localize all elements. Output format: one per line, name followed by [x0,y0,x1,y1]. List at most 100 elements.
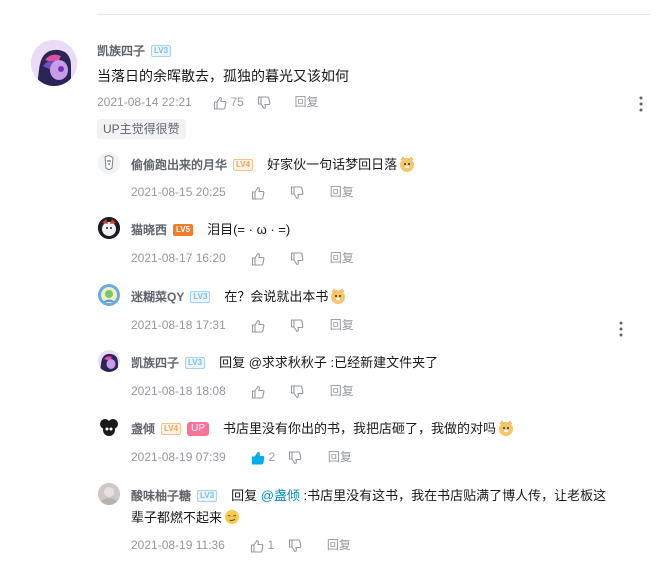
like-count: 1 [267,538,275,552]
thumb-up-icon [252,385,265,399]
reply-row: 迷糊菜QY LV3 在？会说就出本书 [131,286,346,306]
like-button[interactable] [251,384,265,399]
thumb-up-icon [252,319,265,333]
reply-button[interactable]: 回复 [330,382,354,399]
thumb-up-icon [214,96,227,110]
username[interactable]: 酸味柚子糖 [131,489,191,503]
reply-prefix: 回复 @求求秋秋子 : [219,355,335,370]
reply-content: 泪目(= · ω · =) [207,222,291,237]
username[interactable]: 凯族四子 [131,356,179,370]
comment-meta: 2021-08-14 22:21 75 回复 [97,93,319,110]
level-badge: LV3 [190,290,211,303]
up-badge: UP [187,421,209,436]
reply-content: 在？会说就出本书 [224,289,329,304]
username[interactable]: 迷糊菜QY [131,290,184,304]
dislike-button[interactable] [257,95,271,110]
reply-button[interactable]: 回复 [327,536,351,553]
timestamp: 2021-08-18 17:31 [131,318,226,332]
reply-content: 已经新建文件夹了 [334,355,439,370]
level-badge: LV3 [185,356,206,369]
thumb-down-icon [258,96,271,109]
reply-row: 酸味柚子糖 LV3 回复 @盏倾 :书店里没有这书，我在书店贴满了博人传，让老板这辈… [131,485,651,528]
thumb-down-icon [291,319,304,332]
like-count: 75 [230,95,244,109]
reply-button[interactable]: 回复 [330,183,354,200]
up-liked-tag: UP主觉得很赞 [97,119,186,139]
reply-content: :书店里没有这书，我在书店贴满了博人传，让老板这 [299,488,607,503]
level-badge: LV3 [151,44,172,57]
doge-emoji-icon [400,156,415,172]
timestamp: 2021-08-19 07:39 [131,450,226,464]
avatar[interactable] [98,152,120,174]
dislike-button[interactable] [290,318,304,333]
thumb-up-icon [251,539,264,553]
thumb-up-icon [252,252,265,266]
level-badge: LV4 [161,422,182,435]
reply-button[interactable]: 回复 [294,93,318,110]
mention-link[interactable]: @盏倾 [261,488,300,503]
thumb-down-icon [289,451,302,464]
avatar[interactable] [98,217,120,239]
reply-content: 书店里没有你出的书，我把店砸了，我做的对吗 [223,421,497,436]
reply-prefix: 回复 [231,488,261,503]
avatar[interactable] [98,350,120,372]
reply-row: 偷偷跑出来的月华 LV4 好家伙一句话梦回日落 [131,154,415,174]
like-button[interactable]: 75 [213,95,244,110]
thumb-up-filled-icon [252,451,265,465]
dislike-button[interactable] [290,384,304,399]
doge-emoji-icon [499,420,514,436]
thumb-up-icon [252,186,265,200]
level-badge: LV3 [197,489,218,502]
reply-button[interactable]: 回复 [328,448,352,465]
timestamp: 2021-08-14 22:21 [97,95,192,109]
reply-row: 凯族四子 LV3 回复 @求求秋秋子 :已经新建文件夹了 [131,352,438,372]
avatar[interactable] [98,284,120,306]
like-count: 2 [268,450,276,464]
reply-meta: 2021-08-17 16:20 回复 [131,249,354,266]
reply-meta: 2021-08-18 17:31 回复 [131,316,354,333]
thumb-down-icon [288,539,301,552]
reply-row: 猫晓西 LV5 泪目(= · ω · =) [131,219,290,239]
comment-header: 凯族四子 LV3 [97,42,172,60]
reply-meta: 2021-08-19 07:39 2 回复 [131,448,352,465]
top-divider [97,14,650,15]
username[interactable]: 凯族四子 [97,44,145,58]
username[interactable]: 猫晓西 [131,223,167,237]
level-badge: LV4 [233,158,254,171]
dislike-button[interactable] [290,185,304,200]
thumb-down-icon [291,385,304,398]
thumb-down-icon [291,186,304,199]
avatar[interactable] [31,40,77,86]
reply-button[interactable]: 回复 [330,249,354,266]
reply-content-continued: 辈子都燃不起来 [131,510,223,525]
dislike-button[interactable] [288,450,302,465]
reply-meta: 2021-08-19 11:36 1 回复 [131,536,351,553]
like-button[interactable]: 1 [250,538,274,553]
comment-content: 当落日的余晖散去，孤独的暮光又该如何 [97,68,349,84]
smirk-emoji-icon [225,510,240,524]
dislike-button[interactable] [288,538,302,553]
avatar[interactable] [98,483,120,505]
timestamp: 2021-08-17 16:20 [131,251,226,265]
doge-emoji-icon [331,288,346,304]
like-button[interactable] [251,251,265,266]
timestamp: 2021-08-15 20:25 [131,185,226,199]
reply-button[interactable]: 回复 [330,316,354,333]
reply-meta: 2021-08-15 20:25 回复 [131,183,354,200]
username[interactable]: 偷偷跑出来的月华 [131,158,227,172]
more-icon[interactable] [619,321,623,337]
timestamp: 2021-08-19 11:36 [131,538,225,552]
level-badge: LV5 [173,223,194,236]
like-button[interactable]: 2 [251,450,275,465]
timestamp: 2021-08-18 18:08 [131,384,226,398]
like-button[interactable] [251,185,265,200]
like-button[interactable] [251,318,265,333]
more-icon[interactable] [639,96,643,112]
reply-row: 盏倾 LV4 UP 书店里没有你出的书，我把店砸了，我做的对吗 [131,418,514,438]
username[interactable]: 盏倾 [131,422,155,436]
dislike-button[interactable] [290,251,304,266]
avatar[interactable] [98,416,120,438]
reply-content: 好家伙一句话梦回日落 [267,157,398,172]
thumb-down-icon [291,252,304,265]
reply-meta: 2021-08-18 18:08 回复 [131,382,354,399]
